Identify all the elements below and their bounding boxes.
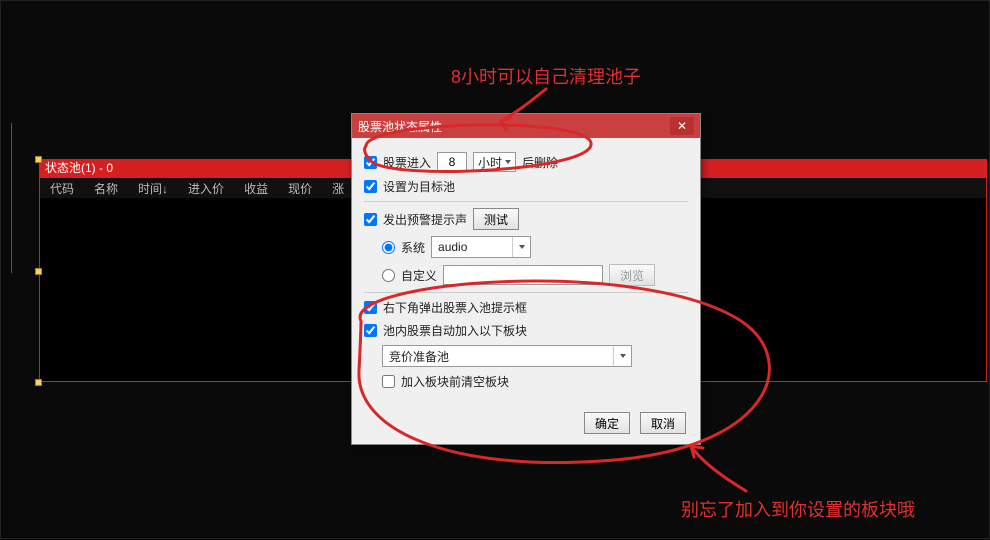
delete-after-row: 股票进入 小时 后删除 xyxy=(364,152,688,172)
dialog-body: 股票进入 小时 后删除 设置为目标池 发出预警提示声 测试 xyxy=(352,138,700,404)
resize-handle[interactable] xyxy=(35,156,42,163)
col-profit: 收益 xyxy=(244,180,268,197)
pool-properties-dialog: 股票池状态属性 ✕ 股票进入 小时 后删除 设置为目标池 xyxy=(351,113,701,445)
alert-sound-label: 发出预警提示声 xyxy=(383,211,467,228)
separator xyxy=(364,292,688,293)
panel-title: 状态池(1) - 0 xyxy=(45,161,113,175)
audio-select[interactable]: audio xyxy=(431,236,531,258)
popup-row: 右下角弹出股票入池提示框 xyxy=(364,299,688,316)
browse-button[interactable]: 浏览 xyxy=(609,264,655,286)
plate-value: 竞价准备池 xyxy=(383,348,613,365)
custom-audio-radio[interactable] xyxy=(382,269,395,282)
col-current-price: 现价 xyxy=(288,180,312,197)
set-target-label: 设置为目标池 xyxy=(383,178,455,195)
col-change: 涨 xyxy=(332,180,344,197)
custom-audio-label: 自定义 xyxy=(401,267,437,284)
chevron-down-icon xyxy=(505,160,511,164)
time-unit-select[interactable]: 小时 xyxy=(473,152,516,172)
plate-select[interactable]: 竞价准备池 xyxy=(382,345,632,367)
auto-add-row: 池内股票自动加入以下板块 xyxy=(364,322,688,339)
alert-sound-row: 发出预警提示声 测试 xyxy=(364,208,688,230)
cancel-button[interactable]: 取消 xyxy=(640,412,686,434)
system-audio-radio[interactable] xyxy=(382,241,395,254)
annotation-bottom: 别忘了加入到你设置的板块哦 xyxy=(681,496,915,522)
alert-sound-checkbox[interactable] xyxy=(364,213,377,226)
col-entry-price: 进入价 xyxy=(188,180,224,197)
custom-audio-row: 自定义 浏览 xyxy=(382,264,688,286)
col-name: 名称 xyxy=(94,180,118,197)
chevron-down-icon xyxy=(519,245,525,249)
col-time: 时间↓ xyxy=(138,180,168,197)
delete-suffix-label: 后删除 xyxy=(522,154,558,171)
delete-after-checkbox[interactable] xyxy=(364,156,377,169)
auto-add-checkbox[interactable] xyxy=(364,324,377,337)
auto-add-label: 池内股票自动加入以下板块 xyxy=(383,322,527,339)
set-target-checkbox[interactable] xyxy=(364,180,377,193)
delete-prefix-label: 股票进入 xyxy=(383,154,431,171)
set-target-row: 设置为目标池 xyxy=(364,178,688,195)
system-audio-row: 系统 audio xyxy=(382,236,688,258)
close-button[interactable]: ✕ xyxy=(670,117,694,135)
col-code: 代码 xyxy=(50,180,74,197)
connector-line xyxy=(11,123,12,273)
audio-value: audio xyxy=(432,240,512,254)
ok-button-label: 确定 xyxy=(595,415,619,432)
time-unit-value: 小时 xyxy=(478,154,502,171)
annotation-top: 8小时可以自己清理池子 xyxy=(451,63,641,89)
dialog-title-text: 股票池状态属性 xyxy=(358,118,442,135)
clear-plate-checkbox[interactable] xyxy=(382,375,395,388)
dialog-footer: 确定 取消 xyxy=(352,404,700,444)
ok-button[interactable]: 确定 xyxy=(584,412,630,434)
test-button-label: 测试 xyxy=(484,211,508,228)
close-icon: ✕ xyxy=(677,119,687,133)
popup-checkbox[interactable] xyxy=(364,301,377,314)
custom-audio-path-input[interactable] xyxy=(443,265,603,285)
clear-plate-row: 加入板块前清空板块 xyxy=(382,373,688,390)
resize-handle[interactable] xyxy=(35,379,42,386)
browse-button-label: 浏览 xyxy=(620,267,644,284)
chevron-down-icon xyxy=(620,354,626,358)
system-audio-label: 系统 xyxy=(401,239,425,256)
cancel-button-label: 取消 xyxy=(651,415,675,432)
separator xyxy=(364,201,688,202)
dialog-titlebar[interactable]: 股票池状态属性 ✕ xyxy=(352,114,700,138)
clear-plate-label: 加入板块前清空板块 xyxy=(401,373,509,390)
popup-label: 右下角弹出股票入池提示框 xyxy=(383,299,527,316)
resize-handle[interactable] xyxy=(35,268,42,275)
plate-select-row: 竞价准备池 xyxy=(382,345,688,367)
app-canvas: 状态池(1) - 0 代码 名称 时间↓ 进入价 收益 现价 涨 股票池状态属性… xyxy=(0,0,990,539)
test-sound-button[interactable]: 测试 xyxy=(473,208,519,230)
plate-chevron xyxy=(613,346,631,366)
delete-hours-input[interactable] xyxy=(437,152,467,172)
audio-chevron xyxy=(512,237,530,257)
